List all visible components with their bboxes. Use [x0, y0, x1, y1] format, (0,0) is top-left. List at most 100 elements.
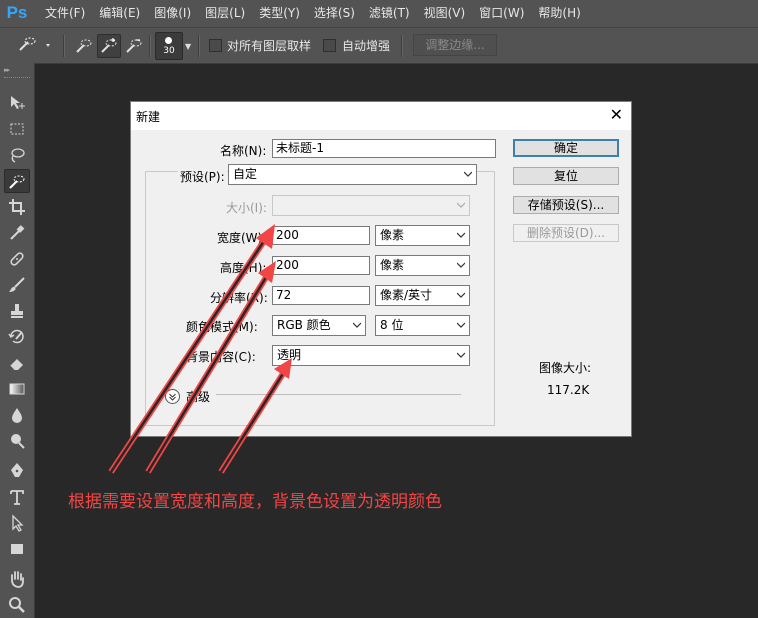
annotation-text: 根据需要设置宽度和高度，背景色设置为透明颜色	[68, 492, 442, 512]
dodge-tool[interactable]	[4, 429, 30, 453]
chevron-down-icon	[457, 292, 465, 298]
menu-window[interactable]: 窗口(W)	[472, 0, 531, 27]
hand-tool[interactable]	[4, 567, 30, 591]
history-brush-tool[interactable]	[4, 325, 30, 349]
chevron-down-icon[interactable]: ▼	[185, 42, 191, 51]
height-field[interactable]: 200	[272, 256, 370, 275]
brush-subtract-icon	[126, 39, 142, 53]
blur-icon	[12, 408, 22, 423]
brush-tool[interactable]	[4, 273, 30, 297]
width-label: 宽度(W):	[217, 231, 267, 245]
bit-depth-select[interactable]: 8 位	[375, 315, 470, 336]
height-label: 高度(H):	[220, 261, 267, 275]
path-selection-tool[interactable]	[4, 511, 30, 535]
advanced-toggle[interactable]	[165, 389, 180, 404]
lasso-tool[interactable]	[4, 143, 30, 167]
eyedropper-tool[interactable]	[4, 221, 30, 245]
tool-preset-picker[interactable]	[16, 34, 56, 56]
menu-select[interactable]: 选择(S)	[307, 0, 362, 27]
menu-filter[interactable]: 滤镜(T)	[362, 0, 417, 27]
resolution-unit-value: 像素/英寸	[380, 288, 433, 302]
size-select	[272, 195, 470, 216]
eraser-icon	[9, 359, 23, 371]
hand-icon	[11, 571, 24, 588]
type-tool[interactable]	[4, 485, 30, 509]
gradient-tool[interactable]	[4, 377, 30, 401]
width-field[interactable]: 200	[272, 226, 370, 245]
height-unit-value: 像素	[380, 258, 405, 272]
new-document-dialog: 新建 ✕ 名称(N): 未标题-1 预设(P): 自定 大小(I): 宽度(W)…	[130, 101, 632, 437]
add-to-selection-button[interactable]	[97, 34, 121, 58]
chevron-down-icon	[457, 262, 465, 268]
size-label: 大小(I):	[226, 201, 267, 215]
dialog-title-bar[interactable]: 新建 ✕	[131, 102, 631, 130]
resolution-field[interactable]: 72	[272, 286, 370, 305]
options-bar: 30 ▼ 对所有图层取样 自动增强 调整边缘...	[0, 27, 758, 64]
rectangle-icon	[11, 544, 23, 554]
healing-brush-tool[interactable]	[4, 247, 30, 271]
clone-stamp-icon	[11, 304, 23, 318]
new-selection-button[interactable]	[72, 34, 96, 58]
zoom-tool[interactable]	[4, 593, 30, 617]
ok-button[interactable]: 确定	[513, 139, 619, 157]
move-tool[interactable]	[4, 91, 30, 115]
subtract-from-selection-button[interactable]	[122, 34, 146, 58]
height-unit-select[interactable]: 像素	[375, 255, 470, 276]
refine-edge-button[interactable]: 调整边缘...	[413, 34, 497, 56]
resolution-unit-select[interactable]: 像素/英寸	[375, 285, 470, 306]
gradient-icon	[9, 383, 25, 395]
eyedropper-icon	[10, 225, 25, 240]
chevron-down-icon	[457, 202, 465, 208]
menu-image[interactable]: 图像(I)	[147, 0, 198, 27]
save-preset-button[interactable]: 存储预设(S)...	[513, 196, 619, 214]
preset-label: 预设(P):	[178, 168, 227, 185]
rectangle-tool[interactable]	[4, 537, 30, 561]
path-selection-icon	[12, 514, 24, 532]
name-label: 名称(N):	[220, 144, 267, 158]
advanced-divider	[216, 394, 461, 395]
reset-button[interactable]: 复位	[513, 167, 619, 185]
menu-layer[interactable]: 图层(L)	[198, 0, 252, 27]
rect-marquee-icon	[10, 123, 24, 135]
auto-enhance-checkbox[interactable]	[323, 39, 336, 52]
zoom-icon	[9, 597, 25, 613]
menu-help[interactable]: 帮助(H)	[531, 0, 587, 27]
type-icon	[10, 490, 24, 505]
menu-bar: Ps 文件(F) 编辑(E) 图像(I) 图层(L) 类型(Y) 选择(S) 滤…	[0, 0, 758, 27]
menu-file[interactable]: 文件(F)	[42, 0, 92, 27]
name-field[interactable]: 未标题-1	[272, 139, 496, 158]
quick-selection-tool[interactable]	[4, 169, 30, 193]
crop-tool[interactable]	[4, 195, 30, 219]
color-mode-select[interactable]: RGB 颜色	[272, 315, 366, 336]
panel-grip[interactable]	[4, 77, 30, 82]
menu-type[interactable]: 类型(Y)	[252, 0, 307, 27]
panel-collapse-icon[interactable]: ▸▸	[4, 66, 10, 74]
menu-edit[interactable]: 编辑(E)	[92, 0, 147, 27]
eraser-tool[interactable]	[4, 351, 30, 375]
brush-icon	[9, 277, 25, 292]
menu-view[interactable]: 视图(V)	[417, 0, 473, 27]
sample-all-layers-checkbox[interactable]	[209, 39, 222, 52]
brush-tip-icon	[165, 37, 172, 44]
dodge-icon	[11, 434, 25, 449]
auto-enhance-label: 自动增强	[342, 39, 391, 53]
width-unit-select[interactable]: 像素	[375, 225, 470, 246]
width-unit-value: 像素	[380, 228, 405, 242]
chevron-down-icon	[353, 322, 361, 328]
options-divider	[198, 35, 200, 57]
clone-stamp-tool[interactable]	[4, 299, 30, 323]
crop-icon	[9, 199, 25, 215]
preset-select[interactable]: 自定	[228, 164, 477, 185]
blur-tool[interactable]	[4, 403, 30, 427]
history-brush-icon	[8, 329, 24, 344]
chevron-down-icon	[457, 232, 465, 238]
marquee-tool[interactable]	[4, 117, 30, 141]
pen-icon	[11, 463, 23, 477]
color-mode-label: 颜色模式(M):	[186, 320, 258, 334]
brush-add-icon	[101, 38, 117, 53]
background-contents-select[interactable]: 透明	[272, 345, 470, 366]
brush-size-picker[interactable]: 30	[155, 32, 183, 60]
close-icon[interactable]: ✕	[610, 105, 623, 124]
pen-tool[interactable]	[4, 459, 30, 483]
menu-items: 文件(F) 编辑(E) 图像(I) 图层(L) 类型(Y) 选择(S) 滤镜(T…	[42, 0, 588, 27]
